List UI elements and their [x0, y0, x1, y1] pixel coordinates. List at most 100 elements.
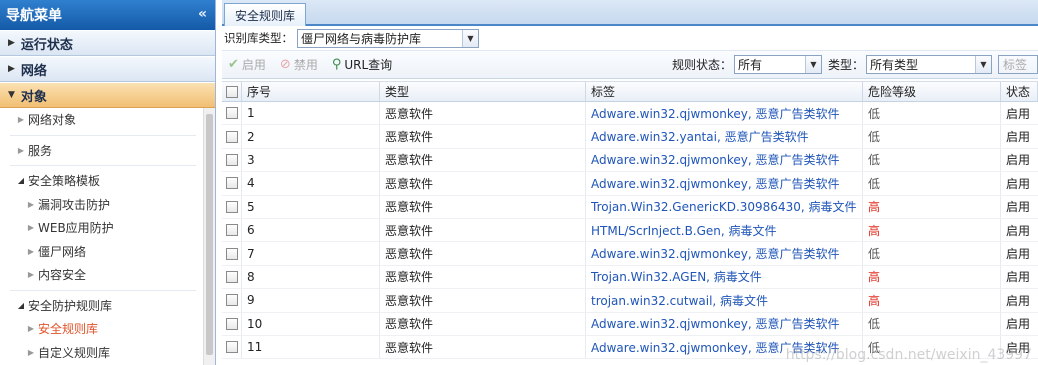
row-no: 4: [242, 172, 380, 195]
sidebar-item-policy-templates[interactable]: ◢ 安全策略模板: [0, 169, 202, 193]
url-query-button-label: URL查询: [344, 58, 393, 72]
sidebar-item-label: 安全规则库: [38, 322, 99, 337]
chevron-down-icon: ▼: [462, 29, 478, 47]
sidebar-section-status[interactable]: ▶ 运行状态: [0, 30, 215, 56]
sidebar-section-objects[interactable]: ▼ 对象: [0, 82, 215, 108]
row-checkbox-cell: [222, 218, 242, 242]
double-chevron-left-icon[interactable]: «: [198, 6, 207, 22]
row-tag-link[interactable]: HTML/ScrInject.B.Gen, 病毒文件: [586, 218, 863, 242]
url-query-button[interactable]: ⚲ URL查询: [332, 56, 392, 73]
row-no: 6: [242, 218, 380, 242]
sidebar-item-botnet[interactable]: ▶ 僵尸网络: [0, 240, 202, 264]
row-tag-link[interactable]: trojan.win32.cutwail, 病毒文件: [586, 289, 863, 312]
table-row[interactable]: 2 恶意软件 Adware.win32.yantai, 恶意广告类软件低启用: [222, 125, 1038, 149]
row-risk: 高: [863, 195, 1001, 218]
row-type: 恶意软件: [380, 335, 586, 359]
ban-icon: ⊘: [279, 57, 291, 72]
column-header-type[interactable]: 类型: [380, 82, 586, 101]
row-risk: 低: [863, 312, 1001, 335]
sidebar-item-network-objects[interactable]: ▶ 网络对象: [0, 108, 202, 132]
sidebar-scrollbar[interactable]: [203, 108, 215, 365]
table-row[interactable]: 10 恶意软件 Adware.win32.qjwmonkey, 恶意广告类软件低启用: [222, 312, 1038, 336]
row-tag-link[interactable]: Adware.win32.qjwmonkey, 恶意广告类软件: [586, 148, 863, 172]
row-checkbox[interactable]: [225, 247, 238, 260]
sidebar-section-network[interactable]: ▶ 网络: [0, 56, 215, 82]
table-row[interactable]: 9 恶意软件 trojan.win32.cutwail, 病毒文件高启用: [222, 289, 1038, 313]
row-risk: 高: [863, 289, 1001, 312]
sidebar-item-label: WEB应用防护: [38, 221, 114, 236]
row-checkbox[interactable]: [225, 294, 238, 307]
table-row[interactable]: 4 恶意软件 Adware.win32.qjwmonkey, 恶意广告类软件低启用: [222, 172, 1038, 196]
row-state: 启用: [1006, 270, 1031, 285]
toolbar: ✔ 启用 ⊘ 禁用 ⚲ URL查询 规则状态： 所有 ▼ 类型： 所有类型 ▼ …: [222, 51, 1038, 79]
row-risk: 低: [863, 242, 1001, 265]
sidebar-item-services[interactable]: ▶ 服务: [0, 139, 202, 163]
row-type: 恶意软件: [380, 242, 586, 265]
table-row[interactable]: 6 恶意软件 HTML/ScrInject.B.Gen, 病毒文件高启用: [222, 218, 1038, 243]
row-tag-link[interactable]: Adware.win32.qjwmonkey, 恶意广告类软件: [586, 172, 863, 195]
select-all-checkbox[interactable]: [225, 85, 238, 98]
row-risk: 低: [863, 102, 1001, 125]
disable-button-label: 禁用: [293, 58, 318, 72]
row-checkbox[interactable]: [225, 177, 238, 190]
column-header-no[interactable]: 序号: [242, 82, 380, 101]
sidebar-item-rule-libraries[interactable]: ◢ 安全防护规则库: [0, 294, 202, 318]
tab-security-rules[interactable]: 安全规则库: [224, 3, 307, 26]
row-checkbox-cell: [222, 172, 242, 195]
rules-table: 序号 类型 标签 危险等级 状态 1 恶意软件 Adware.win32.qjwmo…: [222, 81, 1038, 365]
row-tag-link[interactable]: Adware.win32.yantai, 恶意广告类软件: [586, 125, 863, 148]
row-checkbox[interactable]: [225, 107, 238, 120]
row-checkbox[interactable]: [225, 130, 238, 143]
header-checkbox-cell: [222, 82, 242, 101]
sidebar-item-vuln-protection[interactable]: ▶ 漏洞攻击防护: [0, 193, 202, 217]
chevron-right-icon: ▶: [27, 199, 35, 209]
row-checkbox[interactable]: [225, 317, 238, 330]
column-header-risk[interactable]: 危险等级: [863, 82, 1001, 101]
table-row[interactable]: 5 恶意软件 Trojan.Win32.GenericKD.30986430, 病毒…: [222, 195, 1038, 219]
row-tag-link[interactable]: Adware.win32.qjwmonkey, 恶意广告类软件: [586, 242, 863, 265]
sidebar-item-content-security[interactable]: ▶ 内容安全: [0, 263, 202, 287]
table-row[interactable]: 7 恶意软件 Adware.win32.qjwmonkey, 恶意广告类软件低启用: [222, 242, 1038, 266]
row-checkbox[interactable]: [225, 224, 238, 237]
table-row[interactable]: 11 恶意软件 Adware.win32.qjwmonkey, 恶意广告类软件低启用: [222, 335, 1038, 360]
table-row[interactable]: 3 恶意软件 Adware.win32.qjwmonkey, 恶意广告类软件低启用: [222, 148, 1038, 173]
row-checkbox[interactable]: [225, 341, 238, 354]
row-tag-link[interactable]: Adware.win32.qjwmonkey, 恶意广告类软件: [586, 102, 863, 125]
row-state: 启用: [1006, 247, 1031, 262]
sidebar-item-security-rules[interactable]: ▶ 安全规则库: [0, 317, 202, 341]
triangle-down-icon: ◢: [17, 300, 25, 310]
row-no: 7: [242, 242, 380, 265]
row-tag-link[interactable]: Adware.win32.qjwmonkey, 恶意广告类软件: [586, 312, 863, 335]
tag-input[interactable]: 标签: [998, 55, 1038, 74]
type-select[interactable]: 所有类型 ▼: [866, 55, 992, 74]
library-type-select[interactable]: 僵尸网络与病毒防护库 ▼: [297, 28, 479, 48]
sidebar-item-label: 自定义规则库: [38, 345, 111, 360]
rule-status-select[interactable]: 所有 ▼: [733, 55, 822, 74]
enable-button[interactable]: ✔ 启用: [228, 56, 266, 73]
row-checkbox-cell: [222, 242, 242, 265]
sidebar-item-web-protection[interactable]: ▶ WEB应用防护: [0, 216, 202, 240]
row-tag-link[interactable]: Adware.win32.qjwmonkey, 恶意广告类软件: [586, 335, 863, 359]
table-row[interactable]: 1 恶意软件 Adware.win32.qjwmonkey, 恶意广告类软件低启用: [222, 102, 1038, 126]
row-tag-link[interactable]: Trojan.Win32.AGEN, 病毒文件: [586, 265, 863, 289]
sidebar-item-custom-rules[interactable]: ▶ 自定义规则库: [0, 341, 202, 365]
sidebar-item-label: 网络对象: [28, 113, 77, 128]
chevron-right-icon: ▶: [27, 347, 35, 357]
column-header-state[interactable]: 状态: [1001, 82, 1038, 101]
row-state: 启用: [1006, 223, 1031, 238]
table-row[interactable]: 8 恶意软件 Trojan.Win32.AGEN, 病毒文件高启用: [222, 265, 1038, 290]
row-tag-link[interactable]: Trojan.Win32.GenericKD.30986430, 病毒文件: [586, 195, 863, 218]
search-icon: ⚲: [331, 57, 342, 72]
column-header-tag[interactable]: 标签: [586, 82, 863, 101]
sidebar-section-label: 对象: [20, 89, 47, 105]
row-type: 恶意软件: [380, 125, 586, 148]
disable-button[interactable]: ⊘ 禁用: [280, 56, 318, 73]
triangle-right-icon: ▶: [8, 38, 15, 48]
row-no: 5: [242, 195, 380, 218]
row-checkbox[interactable]: [225, 153, 238, 166]
row-type: 恶意软件: [380, 172, 586, 195]
scrollbar-thumb[interactable]: [206, 114, 213, 355]
row-checkbox[interactable]: [225, 270, 238, 283]
row-type: 恶意软件: [380, 148, 586, 172]
row-checkbox[interactable]: [225, 200, 238, 213]
